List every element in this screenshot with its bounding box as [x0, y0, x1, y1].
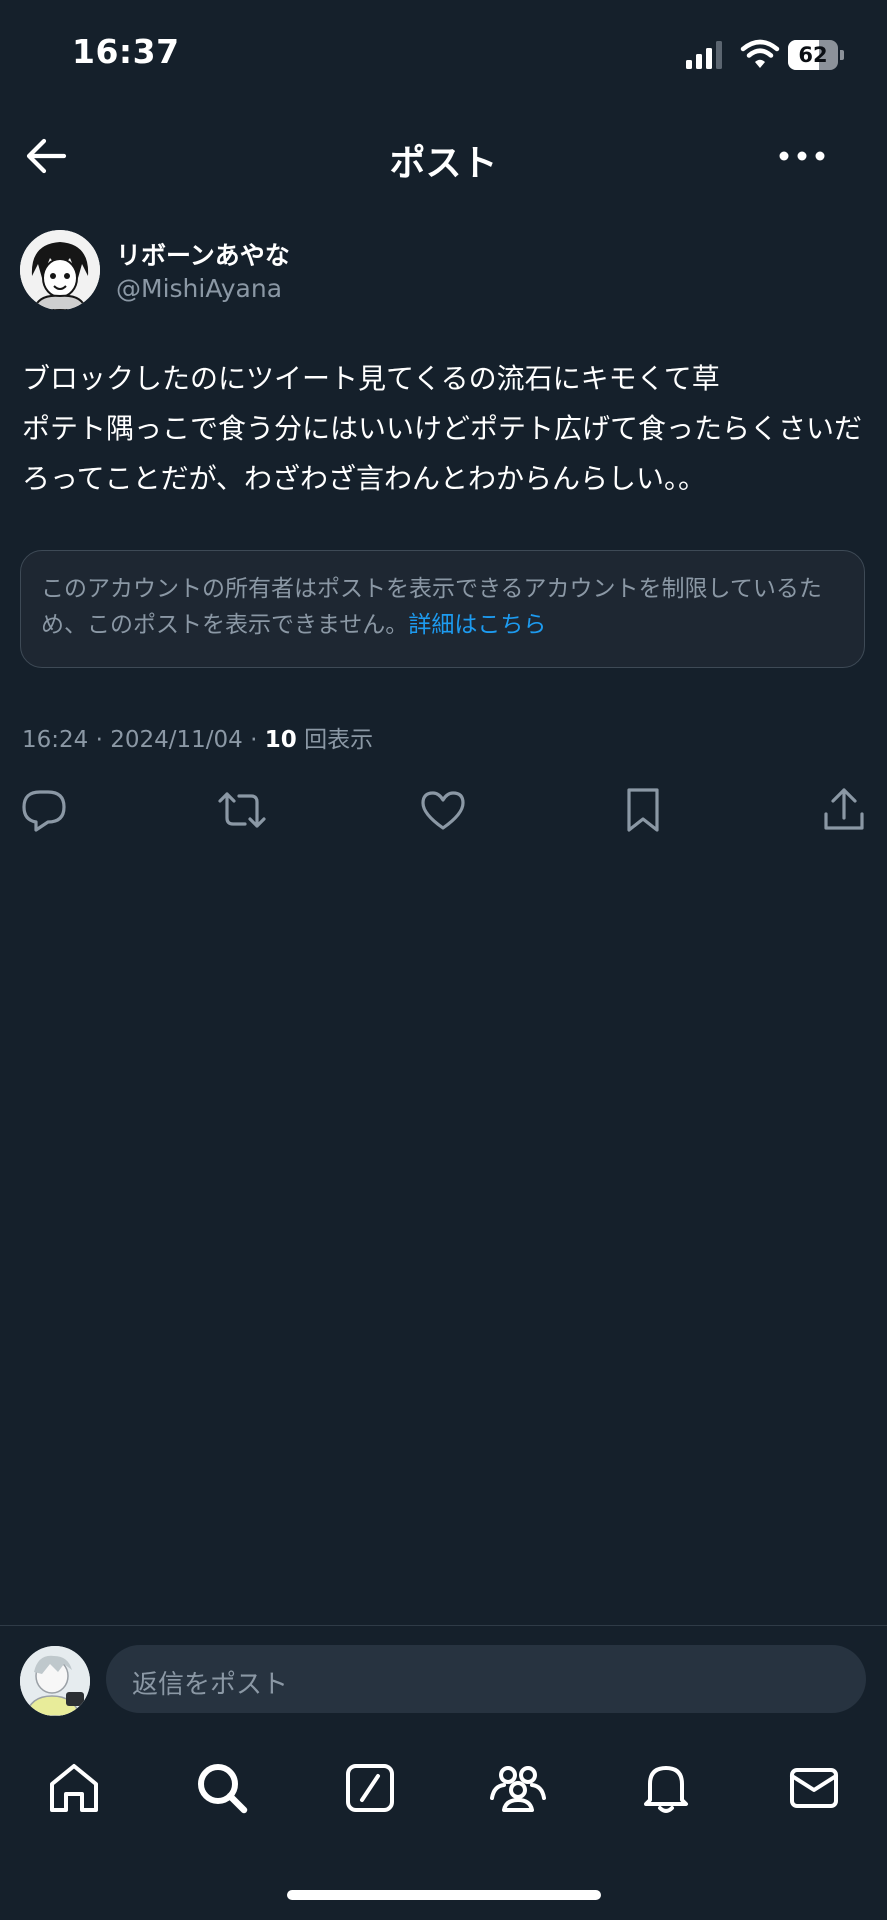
nav-notifications[interactable]: [636, 1758, 696, 1818]
search-icon: [198, 1764, 248, 1814]
like-button[interactable]: [417, 784, 469, 836]
like-icon: [421, 791, 465, 830]
reply-button[interactable]: [18, 784, 70, 836]
author-handle[interactable]: @MishiAyana: [116, 274, 282, 303]
nav-search[interactable]: [192, 1758, 252, 1818]
cellular-signal-icon: [686, 41, 722, 69]
learn-more-link[interactable]: 詳細はこちら: [408, 612, 546, 638]
avatar-illustration-icon: [20, 230, 100, 310]
repost-icon: [218, 792, 266, 828]
view-count: 10: [264, 727, 297, 753]
post-text: ブロックしたのにツイート見てくるの流石にキモくて草 ポテト隅っこで食う分にはいい…: [22, 362, 863, 495]
page-title: ポスト: [389, 143, 498, 184]
nav-grok[interactable]: [340, 1758, 400, 1818]
share-icon: [824, 788, 864, 830]
bookmark-icon: [627, 788, 659, 832]
battery-percent: 62: [798, 43, 828, 67]
more-options-button[interactable]: [774, 132, 830, 180]
home-icon: [50, 1764, 98, 1812]
nav-home[interactable]: [44, 1758, 104, 1818]
author-display-name[interactable]: リボーンあやな: [116, 236, 290, 272]
messages-icon: [790, 1768, 838, 1808]
nav-communities[interactable]: [488, 1758, 548, 1818]
nav-messages[interactable]: [784, 1758, 844, 1818]
author-avatar[interactable]: [20, 230, 100, 310]
notifications-icon: [644, 1766, 688, 1813]
reply-placeholder: 返信をポスト: [132, 1670, 289, 1700]
reply-icon: [22, 790, 66, 832]
battery-indicator: 62: [788, 40, 844, 70]
restricted-post-notice: このアカウントの所有者はポストを表示できるアカウントを制限しているため、このポス…: [20, 550, 865, 668]
repost-button[interactable]: [216, 784, 268, 836]
wifi-icon: [740, 39, 780, 68]
post-date: 2024/11/04: [110, 727, 243, 753]
communities-icon: [490, 1766, 546, 1812]
user-avatar[interactable]: [20, 1646, 90, 1716]
bookmark-button[interactable]: [617, 784, 669, 836]
user-avatar-illustration-icon: [20, 1646, 90, 1716]
post-time: 16:24: [22, 727, 89, 753]
share-button[interactable]: [818, 784, 870, 836]
home-indicator[interactable]: [287, 1890, 601, 1900]
view-label: 回表示: [304, 727, 374, 753]
grok-icon: [346, 1764, 394, 1812]
post-meta: 16:24 · 2024/11/04 · 10 回表示: [22, 727, 374, 753]
composer-divider: [0, 1625, 887, 1626]
status-time: 16:37: [72, 32, 180, 71]
